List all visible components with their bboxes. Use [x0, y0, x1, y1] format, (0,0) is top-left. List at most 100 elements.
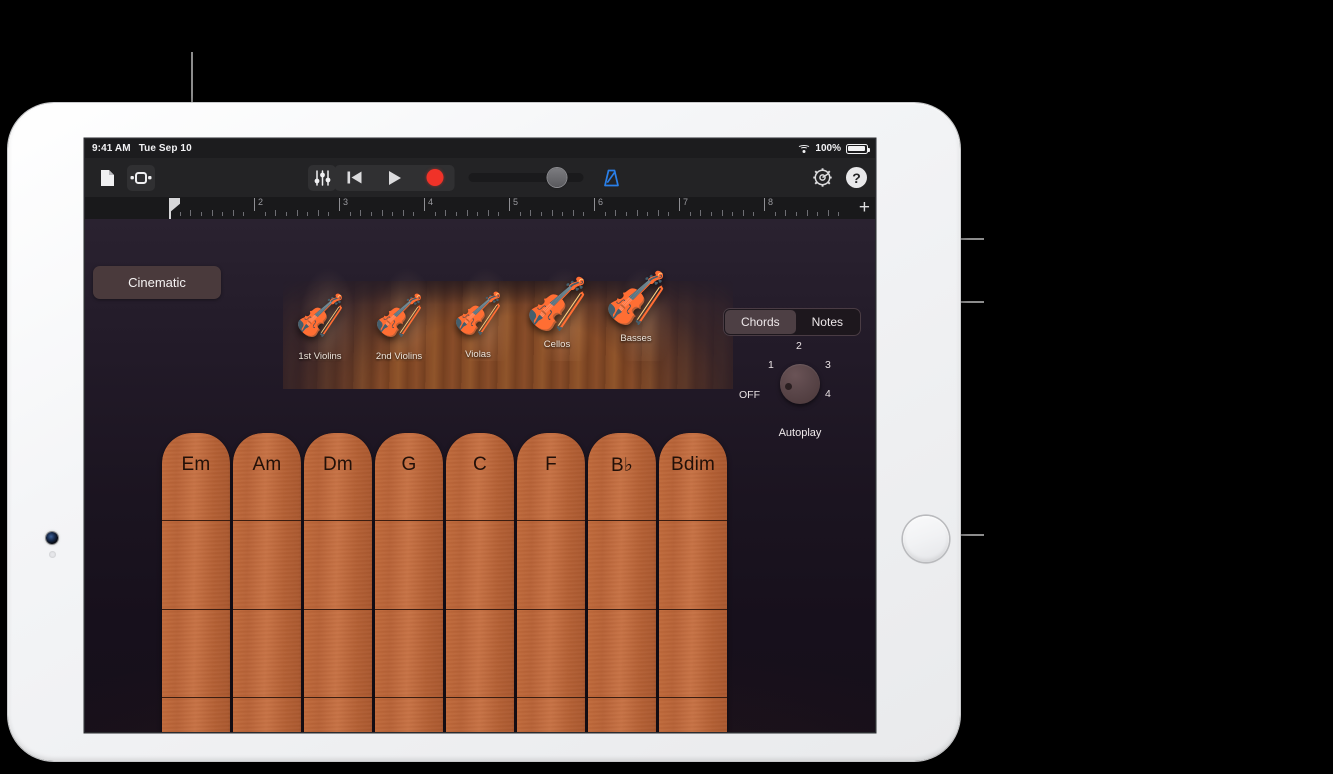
- chord-strip-segment[interactable]: [446, 521, 514, 610]
- chord-strip-em[interactable]: Em: [162, 433, 230, 732]
- ruler-sub-tick: [392, 212, 394, 216]
- chord-strip-segment[interactable]: [233, 521, 301, 610]
- instrument-violas[interactable]: 🎻 Violas: [435, 281, 521, 360]
- metronome-button[interactable]: [598, 165, 626, 191]
- autoplay-control[interactable]: OFF 1 2 3 4 Autoplay: [739, 339, 859, 439]
- chord-strip-dm[interactable]: Dm: [304, 433, 372, 732]
- add-section-button[interactable]: +: [859, 198, 870, 217]
- ambient-sensor-icon: [49, 551, 56, 558]
- timeline-ruler[interactable]: 1 2 3 4 5 6 7 8: [85, 197, 875, 219]
- metronome-icon: [604, 169, 619, 186]
- record-icon: [426, 169, 443, 186]
- chord-strip-segment[interactable]: [304, 697, 372, 732]
- rewind-button[interactable]: [335, 165, 375, 191]
- chord-strip-f[interactable]: F: [517, 433, 585, 732]
- ruler-sub-tick: [296, 210, 298, 216]
- chord-strip-segment[interactable]: [517, 697, 585, 732]
- chord-label: Em: [181, 454, 211, 475]
- app-screen: 9:41 AM Tue Sep 10 100% ? 2 3 4 5 6 7 8 …: [85, 139, 875, 732]
- chord-strip-bflat[interactable]: B♭: [588, 433, 656, 732]
- chord-strip-segment[interactable]: [375, 609, 443, 698]
- chord-strip-segment[interactable]: Am: [233, 433, 301, 522]
- instrument-basses[interactable]: 🎻 Basses: [593, 265, 679, 344]
- ruler-sub-tick: [232, 210, 234, 216]
- ruler-bar-number: 8: [768, 197, 774, 207]
- mixer-sliders-icon: [314, 169, 330, 186]
- mixer-button[interactable]: [308, 164, 336, 191]
- record-button[interactable]: [415, 165, 455, 191]
- chord-strip-segment[interactable]: Em: [162, 433, 230, 522]
- tab-notes[interactable]: Notes: [796, 310, 859, 334]
- ruler-sub-tick: [700, 210, 702, 216]
- autoplay-knob-indicator: [785, 383, 792, 390]
- ruler-sub-tick: [413, 212, 415, 216]
- chord-strip-segment[interactable]: [233, 697, 301, 732]
- chord-strip-segment[interactable]: [233, 609, 301, 698]
- chord-strip-am[interactable]: Am: [233, 433, 301, 732]
- chord-strip-segment[interactable]: [659, 521, 727, 610]
- chord-strip-segment[interactable]: [304, 521, 372, 610]
- autoplay-label-off[interactable]: OFF: [739, 389, 760, 401]
- ruler-sub-tick: [795, 212, 797, 216]
- master-volume-thumb[interactable]: [547, 168, 567, 187]
- chord-strip-segment[interactable]: [162, 697, 230, 732]
- chord-strip-bdim[interactable]: Bdim: [659, 433, 727, 732]
- browser-button[interactable]: [93, 165, 121, 191]
- chord-strip-segment[interactable]: [659, 697, 727, 732]
- chord-strip-segment[interactable]: [517, 521, 585, 610]
- patch-name-label[interactable]: Cinematic: [93, 266, 221, 299]
- chord-strip-segment[interactable]: [162, 521, 230, 610]
- instrument-1st-violins[interactable]: 🎻 1st Violins: [277, 283, 363, 362]
- autoplay-knob[interactable]: [780, 364, 820, 404]
- help-button[interactable]: ?: [846, 167, 867, 188]
- chord-strips: Em Am Dm G C F B♭ Bdim: [162, 433, 727, 732]
- chord-strip-segment[interactable]: [659, 609, 727, 698]
- ruler-sub-tick: [328, 212, 330, 216]
- chord-strip-segment[interactable]: Bdim: [659, 433, 727, 522]
- chord-strip-segment[interactable]: [375, 697, 443, 732]
- chord-strip-segment[interactable]: [446, 609, 514, 698]
- chord-strip-segment[interactable]: F: [517, 433, 585, 522]
- playhead-flag: [169, 198, 180, 213]
- home-button[interactable]: [903, 516, 949, 562]
- ruler-sub-tick: [179, 212, 181, 216]
- instrument-2nd-violins[interactable]: 🎻 2nd Violins: [356, 283, 442, 362]
- chord-strip-segment[interactable]: C: [446, 433, 514, 522]
- chord-strip-segment[interactable]: [517, 609, 585, 698]
- autoplay-label-4[interactable]: 4: [825, 388, 831, 400]
- instrument-label: Basses: [620, 333, 652, 344]
- chord-strip-segment[interactable]: [162, 609, 230, 698]
- chord-strip-g[interactable]: G: [375, 433, 443, 732]
- autoplay-label-3[interactable]: 3: [825, 359, 831, 371]
- chord-strip-segment[interactable]: [588, 609, 656, 698]
- ruler-sub-tick: [838, 212, 840, 216]
- chord-label: Am: [252, 454, 282, 475]
- view-toggle-button[interactable]: [127, 164, 155, 191]
- chord-strip-segment[interactable]: [588, 697, 656, 732]
- toolbar-left-group: [93, 164, 336, 191]
- screenshot-canvas: 9:41 AM Tue Sep 10 100% ? 2 3 4 5 6 7 8 …: [0, 0, 1333, 774]
- ruler-sub-tick: [455, 212, 457, 216]
- instrument-cellos[interactable]: 🎻 Cellos: [514, 271, 600, 350]
- autoplay-label-1[interactable]: 1: [768, 359, 774, 371]
- ruler-sub-tick: [774, 212, 776, 216]
- ruler-bar-number: 4: [428, 197, 434, 207]
- ruler-sub-tick: [200, 212, 202, 216]
- master-volume-slider[interactable]: [468, 168, 584, 187]
- chord-strip-segment[interactable]: [588, 521, 656, 610]
- chord-strip-segment[interactable]: [375, 521, 443, 610]
- tab-chords[interactable]: Chords: [724, 310, 796, 334]
- autoplay-label-2[interactable]: 2: [796, 340, 802, 352]
- chord-strip-segment[interactable]: B♭: [588, 433, 656, 522]
- settings-button[interactable]: [808, 165, 836, 191]
- chord-strip-c[interactable]: C: [446, 433, 514, 732]
- play-button[interactable]: [375, 165, 415, 191]
- chord-strip-segment[interactable]: [446, 697, 514, 732]
- chord-strip-segment[interactable]: Dm: [304, 433, 372, 522]
- chord-strip-segment[interactable]: G: [375, 433, 443, 522]
- chords-notes-switch[interactable]: Chords Notes: [722, 308, 861, 336]
- ruler-bar-number: 6: [598, 197, 604, 207]
- ruler-sub-tick: [402, 210, 404, 216]
- chord-label: B♭: [610, 455, 634, 476]
- chord-strip-segment[interactable]: [304, 609, 372, 698]
